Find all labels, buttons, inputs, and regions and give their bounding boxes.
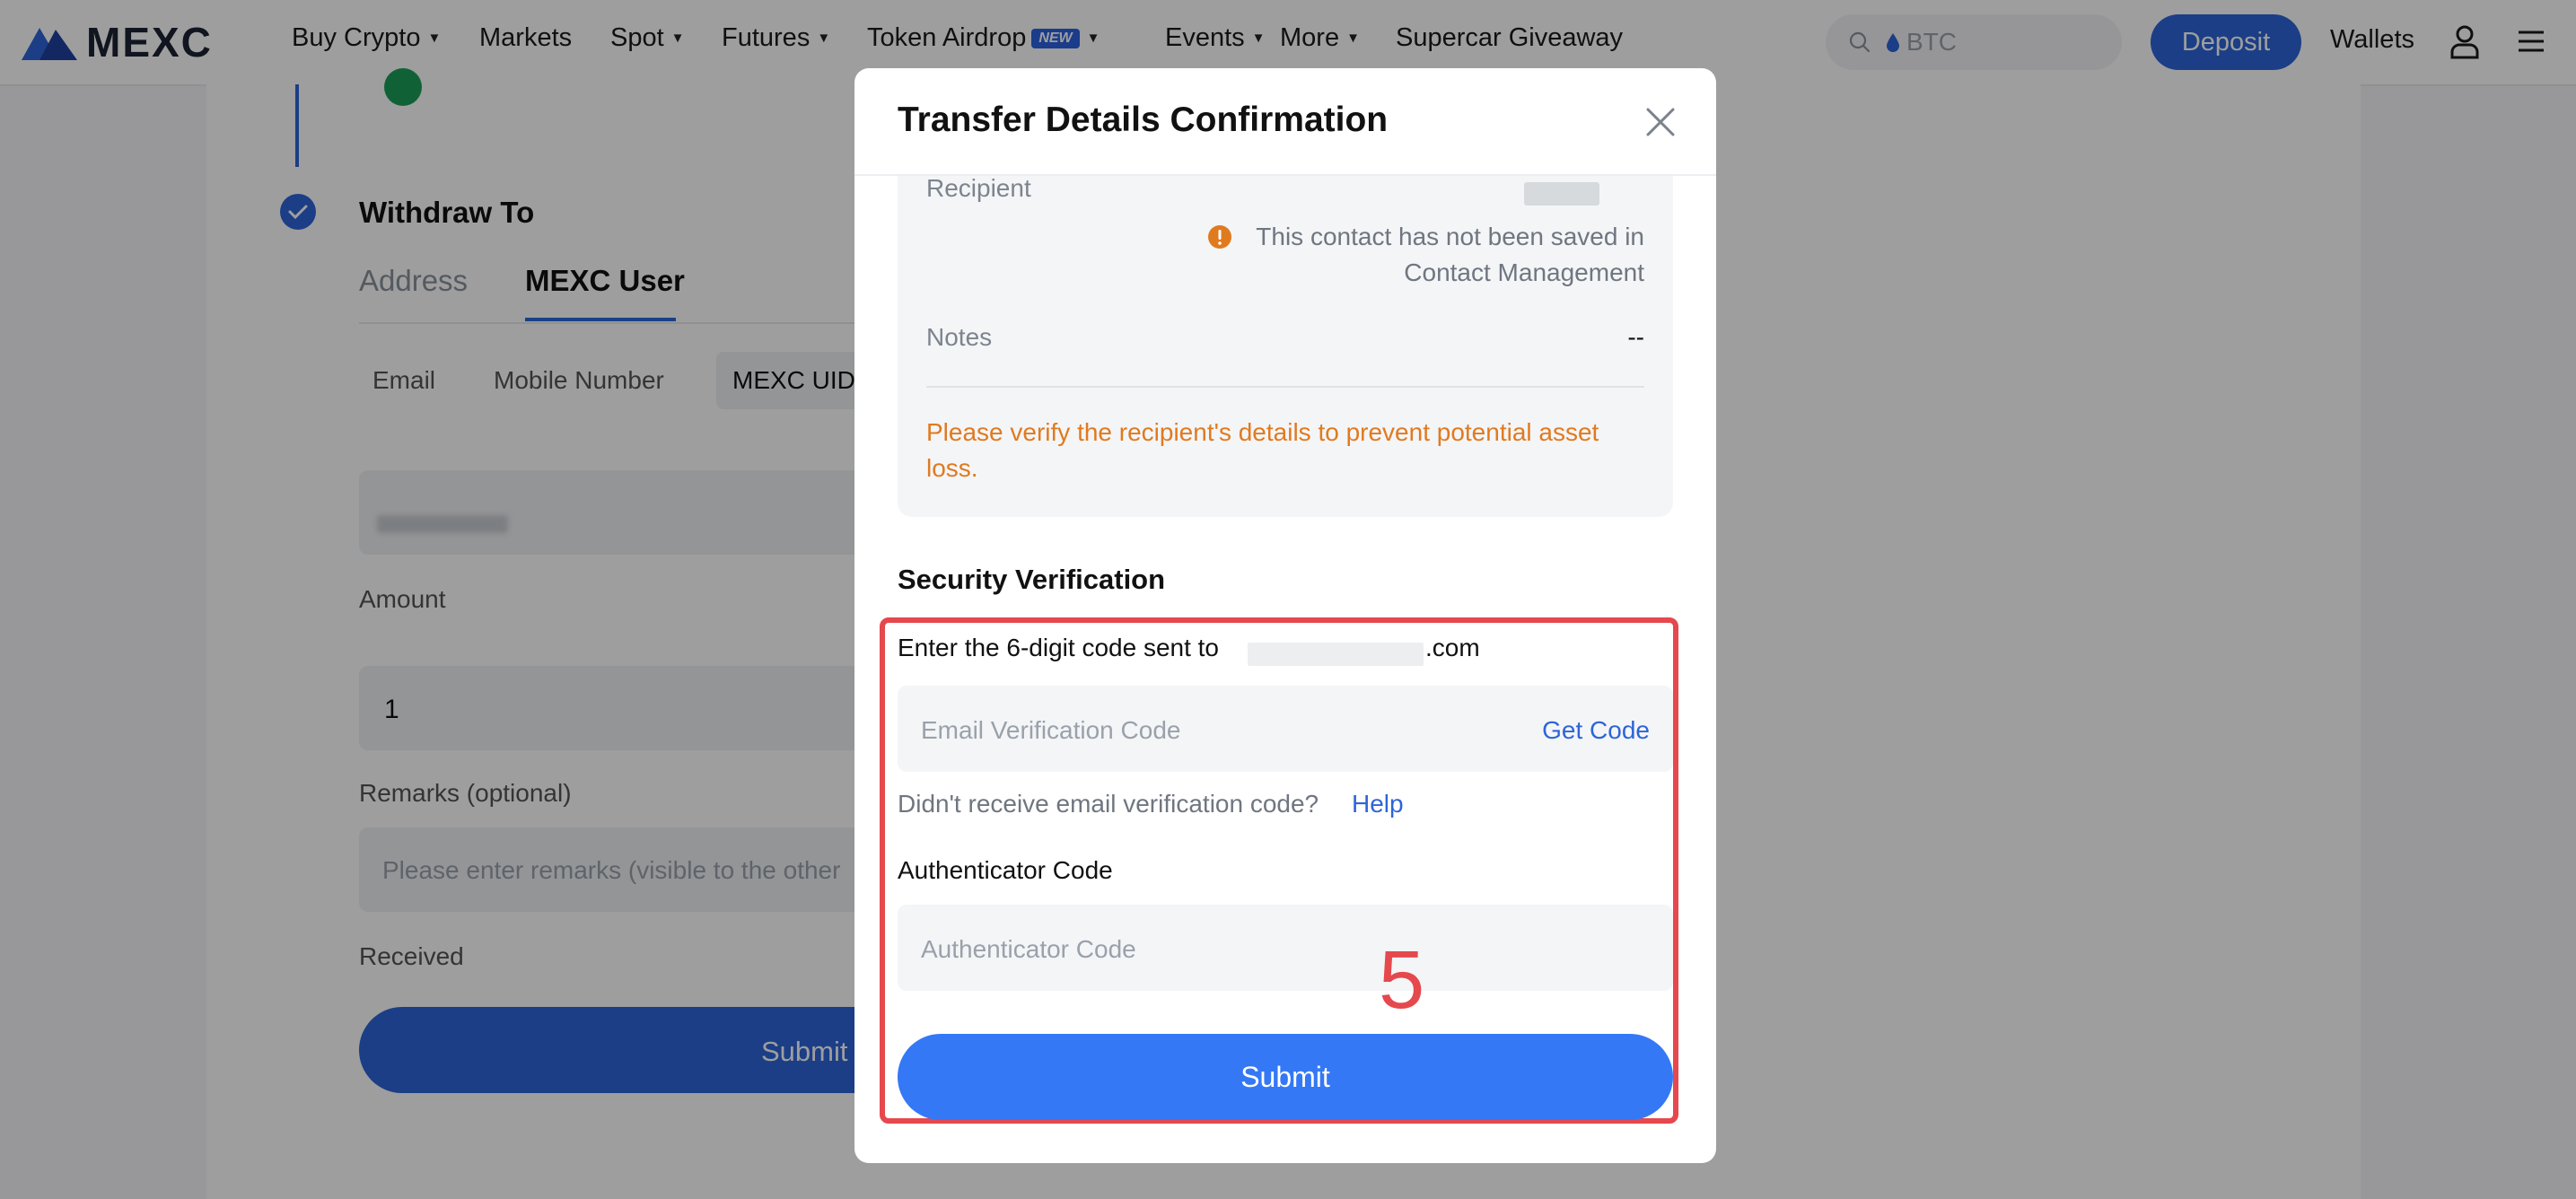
submit-button[interactable]: Submit xyxy=(898,1034,1673,1120)
info-warning-icon xyxy=(1208,225,1231,249)
step-number-annotation: 5 xyxy=(1379,934,1425,1026)
email-code-prompt: Enter the 6-digit code sent to xyxy=(898,634,1219,661)
contact-warning-line2: Contact Management xyxy=(1404,258,1644,286)
contact-warning-line1: This contact has not been saved in xyxy=(1256,223,1644,250)
help-link[interactable]: Help xyxy=(1352,790,1404,818)
details-divider xyxy=(926,386,1644,388)
modal-header: Transfer Details Confirmation xyxy=(854,68,1716,176)
email-redacted xyxy=(1248,643,1424,666)
security-verification-heading: Security Verification xyxy=(898,564,1166,595)
email-suffix: .com xyxy=(1425,634,1480,661)
recipient-label: Recipient xyxy=(926,174,1031,202)
verify-warning-line2: loss. xyxy=(926,454,978,482)
verify-warning-line1: Please verify the recipient's details to… xyxy=(926,418,1599,446)
notes-label: Notes xyxy=(926,323,993,351)
no-code-text: Didn't receive email verification code? xyxy=(898,790,1319,818)
email-code-placeholder: Email Verification Code xyxy=(921,716,1181,744)
notes-value: -- xyxy=(1627,323,1644,351)
authenticator-placeholder: Authenticator Code xyxy=(921,935,1136,963)
modal-title: Transfer Details Confirmation xyxy=(898,101,1389,139)
transfer-confirmation-modal: Transfer Details Confirmation Recipient … xyxy=(854,68,1716,1163)
get-code-button[interactable]: Get Code xyxy=(1542,716,1650,745)
authenticator-heading: Authenticator Code xyxy=(898,856,1113,884)
recipient-redacted xyxy=(1524,182,1599,206)
close-icon[interactable] xyxy=(1644,106,1677,138)
